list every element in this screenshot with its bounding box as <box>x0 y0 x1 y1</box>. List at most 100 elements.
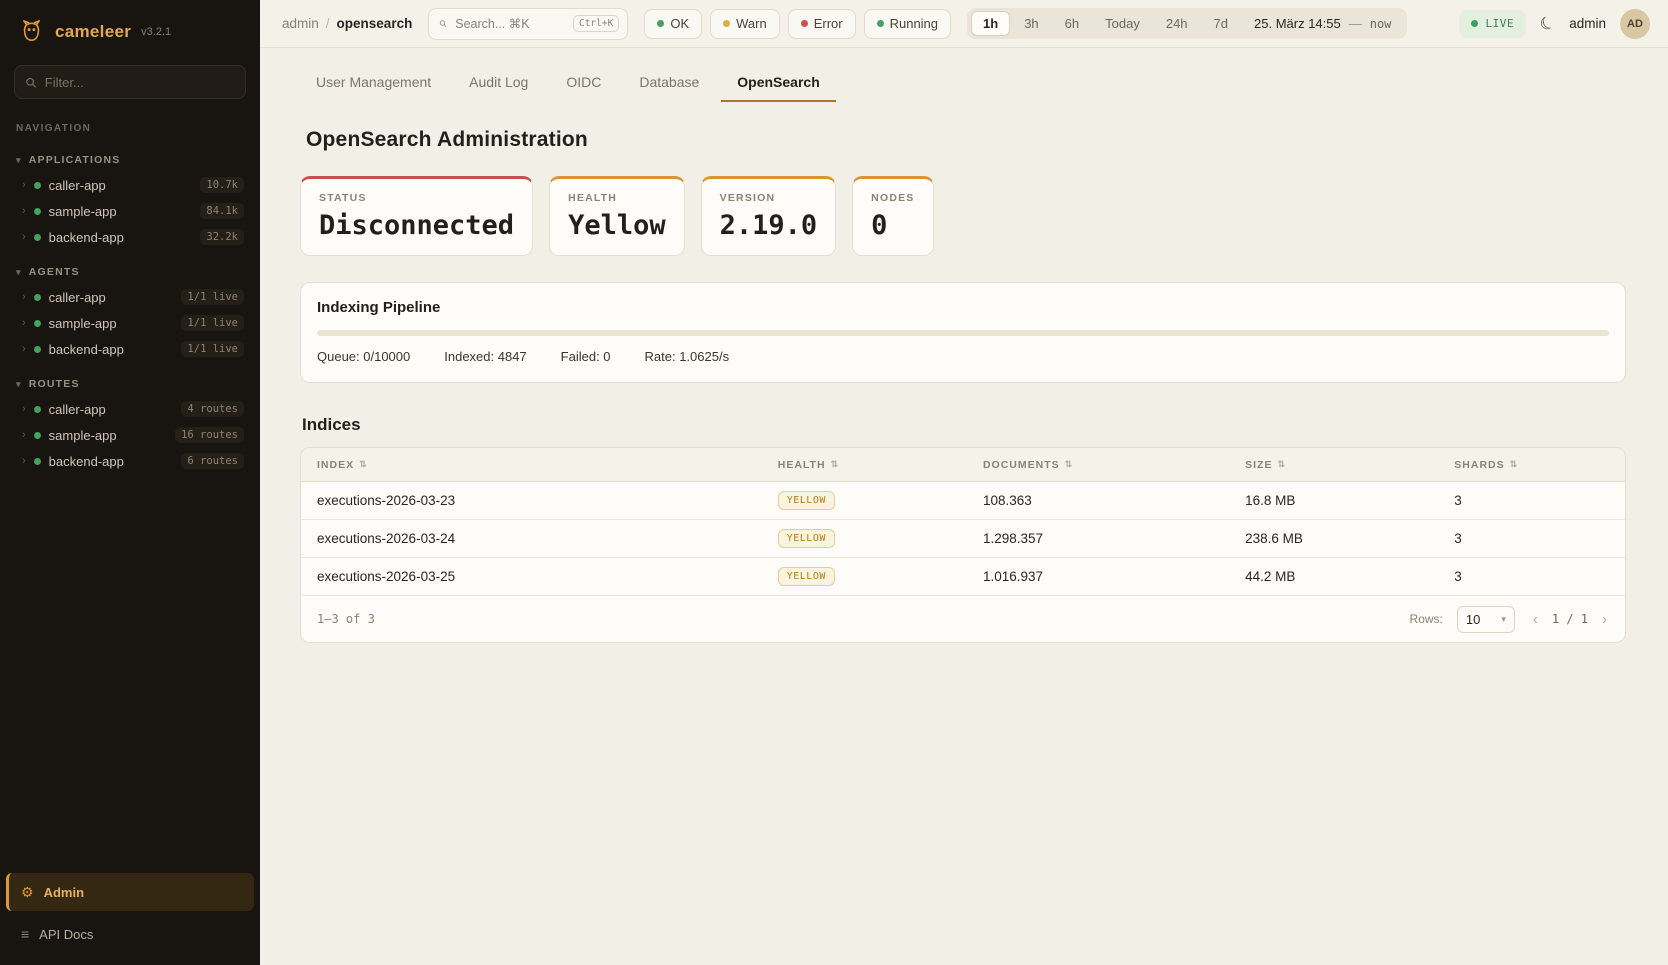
sidebar-item-agent-sample[interactable]: › sample-app 1/1 live <box>8 310 252 336</box>
filter-running[interactable]: Running <box>864 9 951 39</box>
time-range-group: 1h 3h 6h Today 24h 7d 25. März 14:55 — n… <box>967 8 1407 39</box>
sidebar-item-app-caller[interactable]: › caller-app 10.7k <box>8 172 252 198</box>
search-shortcut-badge: Ctrl+K <box>573 15 619 32</box>
cell-size: 44.2 MB <box>1229 569 1438 584</box>
topbar-right: LIVE ☾ admin AD <box>1459 9 1650 39</box>
tab-opensearch[interactable]: OpenSearch <box>721 62 835 102</box>
sidebar-item-admin[interactable]: ⚙ Admin <box>6 873 254 911</box>
range-24h[interactable]: 24h <box>1154 11 1200 36</box>
range-today[interactable]: Today <box>1093 11 1152 36</box>
status-dot <box>34 294 41 301</box>
app-version: v3.2.1 <box>141 26 171 38</box>
sidebar-item-agent-backend[interactable]: › backend-app 1/1 live <box>8 336 252 362</box>
sidebar-item-app-sample[interactable]: › sample-app 84.1k <box>8 198 252 224</box>
filter-label: OK <box>670 16 689 31</box>
cell-documents: 1.298.357 <box>967 531 1229 546</box>
sidebar-item-route-caller[interactable]: › caller-app 4 routes <box>8 396 252 422</box>
stat-cards: STATUS Disconnected HEALTH Yellow VERSIO… <box>300 176 1626 256</box>
sidebar-filter[interactable] <box>14 65 246 99</box>
column-header-documents[interactable]: DOCUMENTS⇅ <box>967 459 1229 471</box>
sidebar-item-app-backend[interactable]: › backend-app 32.2k <box>8 224 252 250</box>
prev-page-button[interactable]: ‹ <box>1529 609 1542 630</box>
item-badge: 16 routes <box>175 427 244 443</box>
item-label: caller-app <box>49 402 174 417</box>
stat-label: STATUS <box>319 192 514 204</box>
column-header-health[interactable]: HEALTH⇅ <box>762 459 967 471</box>
cell-documents: 108.363 <box>967 493 1229 508</box>
filter-error[interactable]: Error <box>788 9 856 39</box>
ok-dot-icon <box>657 20 664 27</box>
filter-warn[interactable]: Warn <box>710 9 780 39</box>
section-header-agents[interactable]: ▾ AGENTS <box>8 260 252 284</box>
filter-label: Warn <box>736 16 767 31</box>
rows-per-page-label: Rows: <box>1410 612 1443 626</box>
global-search[interactable]: Ctrl+K <box>428 8 628 40</box>
health-badge: YELLOW <box>778 529 835 548</box>
pipeline-title: Indexing Pipeline <box>317 299 1609 316</box>
tab-audit-log[interactable]: Audit Log <box>453 62 544 102</box>
column-header-size[interactable]: SIZE⇅ <box>1229 459 1438 471</box>
sidebar: cameleer v3.2.1 NAVIGATION ▾ APPLICATION… <box>0 0 260 965</box>
table-row[interactable]: executions-2026-03-24 YELLOW 1.298.357 2… <box>301 520 1625 558</box>
breadcrumb-parent[interactable]: admin <box>282 16 319 31</box>
cell-index: executions-2026-03-23 <box>301 493 762 508</box>
stat-value: 0 <box>871 210 914 241</box>
row-range-text: 1–3 of 3 <box>317 612 375 626</box>
tab-user-management[interactable]: User Management <box>300 62 447 102</box>
stat-card-version: VERSION 2.19.0 <box>701 176 837 256</box>
live-indicator[interactable]: LIVE <box>1459 10 1526 38</box>
sidebar-filter-input[interactable] <box>45 75 235 90</box>
item-label: sample-app <box>49 428 167 443</box>
table-row[interactable]: executions-2026-03-25 YELLOW 1.016.937 4… <box>301 558 1625 596</box>
nav-section-applications: ▾ APPLICATIONS › caller-app 10.7k › samp… <box>0 138 260 250</box>
filter-ok[interactable]: OK <box>644 9 702 39</box>
pipeline-stat-indexed: Indexed: 4847 <box>444 349 526 364</box>
range-7d[interactable]: 7d <box>1202 11 1240 36</box>
status-dot <box>34 320 41 327</box>
pipeline-progress-bar <box>317 330 1609 336</box>
stat-label: VERSION <box>720 192 818 204</box>
sidebar-item-api-docs[interactable]: ≡ API Docs <box>6 917 254 951</box>
chevron-right-icon: › <box>22 291 26 303</box>
column-header-shards[interactable]: SHARDS⇅ <box>1438 459 1625 471</box>
column-header-index[interactable]: INDEX⇅ <box>301 459 762 471</box>
sidebar-item-agent-caller[interactable]: › caller-app 1/1 live <box>8 284 252 310</box>
section-label: ROUTES <box>29 378 80 390</box>
dark-mode-toggle[interactable]: ☾ <box>1536 11 1558 36</box>
range-6h[interactable]: 6h <box>1053 11 1091 36</box>
tab-database[interactable]: Database <box>623 62 715 102</box>
indices-table: INDEX⇅ HEALTH⇅ DOCUMENTS⇅ SIZE⇅ SHARDS⇅ <box>300 447 1626 643</box>
item-badge: 1/1 live <box>181 289 244 305</box>
sidebar-item-route-sample[interactable]: › sample-app 16 routes <box>8 422 252 448</box>
stat-card-nodes: NODES 0 <box>852 176 933 256</box>
username: admin <box>1569 16 1606 31</box>
item-badge: 10.7k <box>200 177 244 193</box>
cell-index: executions-2026-03-25 <box>301 569 762 584</box>
section-header-routes[interactable]: ▾ ROUTES <box>8 372 252 396</box>
chevron-right-icon: › <box>22 179 26 191</box>
pipeline-stats: Queue: 0/10000 Indexed: 4847 Failed: 0 R… <box>317 349 1609 364</box>
range-1h[interactable]: 1h <box>971 11 1010 36</box>
admin-tabs: User Management Audit Log OIDC Database … <box>300 62 1626 102</box>
sort-icon: ⇅ <box>1277 459 1286 470</box>
sort-icon: ⇅ <box>831 459 840 470</box>
range-3h[interactable]: 3h <box>1012 11 1050 36</box>
tab-oidc[interactable]: OIDC <box>550 62 617 102</box>
list-icon: ≡ <box>21 926 29 942</box>
table-row[interactable]: executions-2026-03-23 YELLOW 108.363 16.… <box>301 482 1625 520</box>
section-header-applications[interactable]: ▾ APPLICATIONS <box>8 148 252 172</box>
avatar[interactable]: AD <box>1620 9 1650 39</box>
stat-card-status: STATUS Disconnected <box>300 176 533 256</box>
global-search-input[interactable] <box>455 17 565 31</box>
chevron-right-icon: › <box>22 231 26 243</box>
time-range-display[interactable]: 25. März 14:55 — now <box>1242 16 1403 31</box>
rows-per-page-select[interactable]: 10 ▾ <box>1457 606 1515 633</box>
sidebar-item-route-backend[interactable]: › backend-app 6 routes <box>8 448 252 474</box>
moon-icon: ☾ <box>1536 11 1558 35</box>
nav-section-agents: ▾ AGENTS › caller-app 1/1 live › sample-… <box>0 250 260 362</box>
sort-icon: ⇅ <box>359 459 368 470</box>
search-icon <box>25 76 37 89</box>
status-filters: OK Warn Error Running <box>644 9 951 39</box>
status-dot <box>34 208 41 215</box>
next-page-button[interactable]: › <box>1598 609 1611 630</box>
